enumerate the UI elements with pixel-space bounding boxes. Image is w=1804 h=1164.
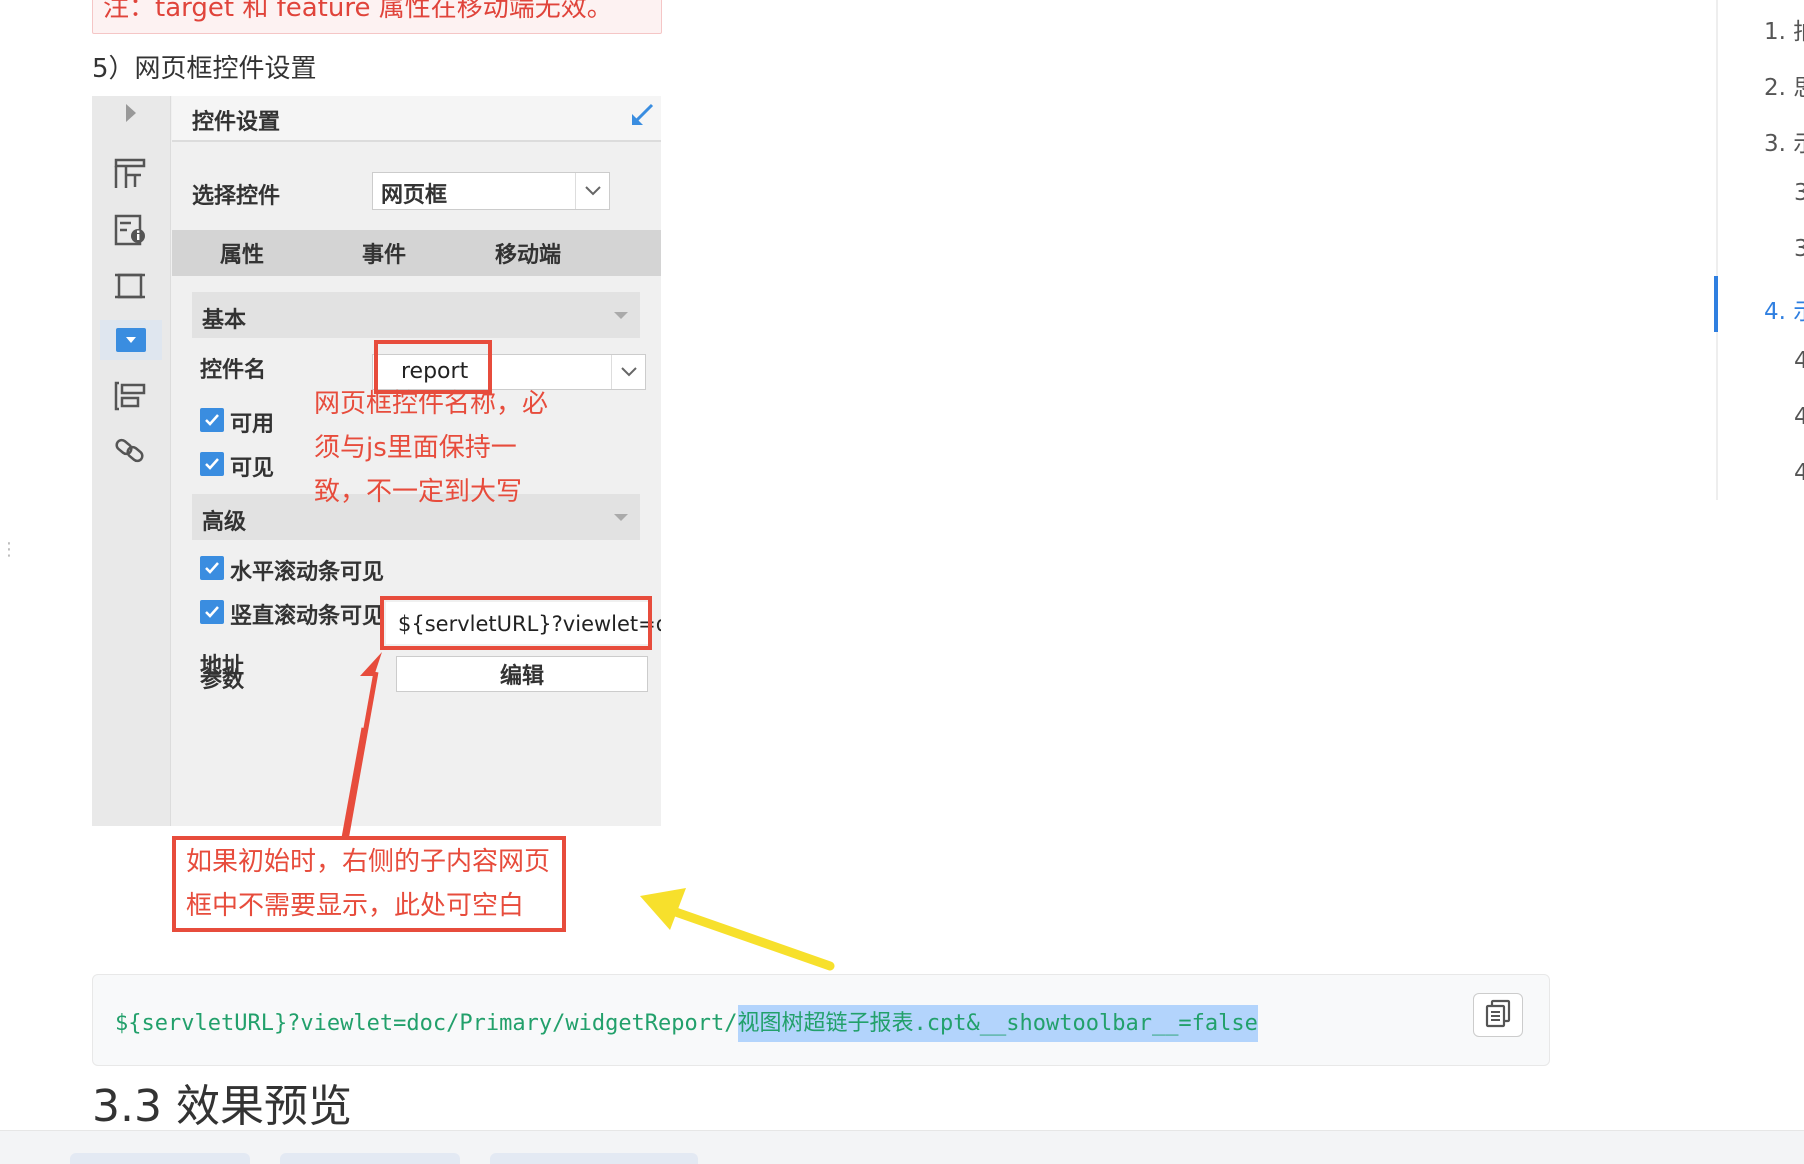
bottom-bar [0, 1130, 1804, 1164]
code-prefix: ${servletURL}?viewlet=doc/Primary/widget… [115, 1011, 738, 1036]
scroll-handle-icon[interactable]: ⋮ [0, 541, 18, 559]
blank-annotation-line-2: 框中不需要显示，此处可空白 [186, 891, 525, 921]
bottom-tab[interactable] [490, 1153, 698, 1164]
toc-item[interactable]: 3 [1794, 236, 1804, 262]
copy-icon [1483, 998, 1513, 1032]
code-block: ${servletURL}?viewlet=doc/Primary/widget… [92, 974, 1550, 1066]
toc-item[interactable]: 4 [1794, 404, 1804, 430]
widget-settings-screenshot: 控件设置 选择控件 网页框 属性 事件 移动端 基本 控件名 report 可用… [92, 96, 661, 956]
section-heading: 3.3 效果预览 [92, 1081, 352, 1132]
annotation-arrows [341, 652, 382, 841]
toc-item-active[interactable]: 4. 示 [1764, 292, 1804, 326]
toc-item[interactable]: 2. 思 [1764, 68, 1804, 102]
red-arrow-line [343, 671, 379, 841]
copy-button[interactable] [1473, 993, 1523, 1037]
red-arrow-head [360, 652, 382, 676]
toc-item[interactable]: 3. 示 [1764, 124, 1804, 158]
toc-rail [1716, 0, 1718, 500]
blank-annotation-line-1: 如果初始时，右侧的子内容网页 [186, 847, 551, 877]
toc-active-indicator [1714, 276, 1718, 332]
section-label: 5）网页框控件设置 [92, 54, 317, 84]
toc-item[interactable]: 1. 拍 [1764, 12, 1804, 46]
code-line[interactable]: ${servletURL}?viewlet=doc/Primary/widget… [115, 1005, 1258, 1042]
blank-annotation-callout: 如果初始时，右侧的子内容网页 框中不需要显示，此处可空白 [172, 836, 566, 932]
toc-item[interactable]: 4 [1794, 348, 1804, 374]
bottom-tab[interactable] [280, 1153, 460, 1164]
bottom-tab[interactable] [70, 1153, 250, 1164]
note-box: 注：target 和 feature 属性在移动端无效。 [92, 0, 662, 34]
toc-item[interactable]: 4 [1794, 460, 1804, 486]
yellow-arrow-shaft [665, 905, 835, 971]
toc-item[interactable]: 3 [1794, 180, 1804, 206]
code-selected-text: 视图树超链子报表.cpt&__showtoolbar__=false [737, 1005, 1258, 1042]
